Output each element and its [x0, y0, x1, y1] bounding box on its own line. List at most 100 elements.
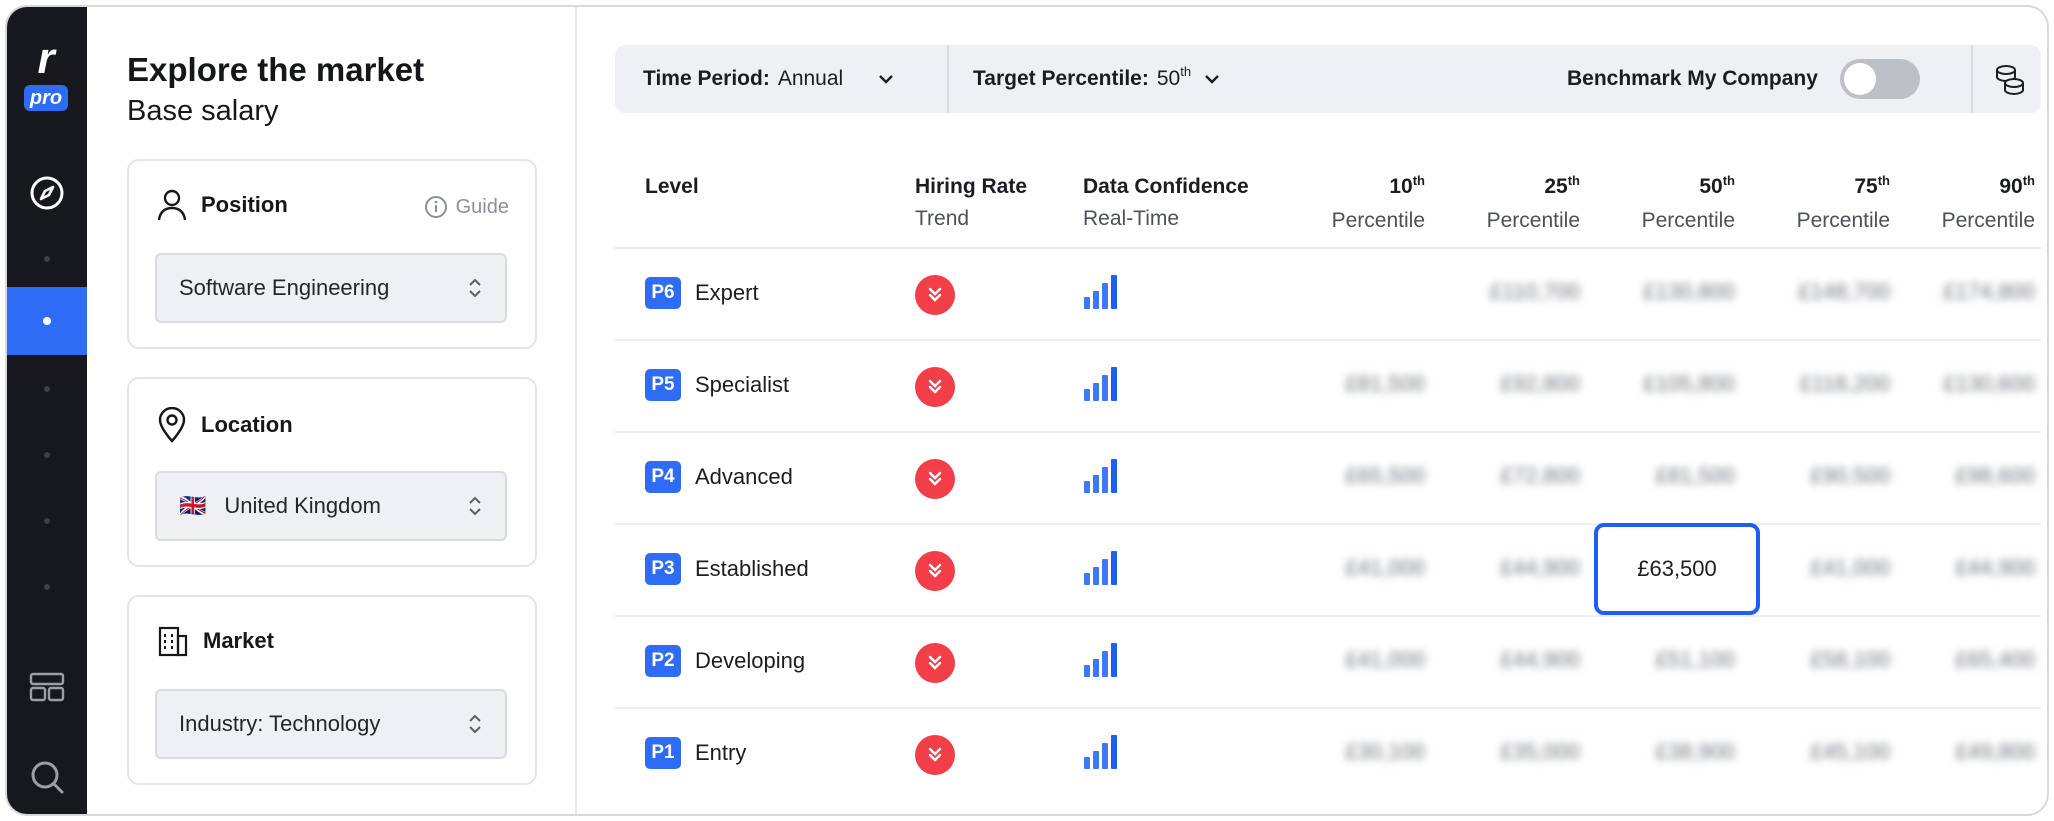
app-logo[interactable]: r pro	[17, 37, 75, 123]
trend-down-icon[interactable]	[915, 551, 955, 591]
trend-down-icon[interactable]	[915, 735, 955, 775]
location-label: Location	[201, 412, 293, 437]
salary-p90: £65,400	[1955, 647, 2035, 672]
trend-down-icon[interactable]	[915, 643, 955, 683]
trend-down-icon[interactable]	[915, 367, 955, 407]
level-code: P2	[645, 645, 681, 677]
salary-p90: £130,600	[1943, 371, 2035, 396]
chevron-updown-icon	[469, 278, 481, 298]
header-level: Level	[645, 175, 699, 198]
level-name: Established	[695, 556, 809, 581]
search-icon[interactable]	[7, 755, 87, 799]
signal-bars-icon	[1084, 643, 1117, 677]
salary-p50: £38,900	[1655, 739, 1735, 764]
trend-down-icon[interactable]	[915, 275, 955, 315]
info-icon	[424, 196, 447, 218]
chevron-updown-icon	[469, 496, 481, 516]
signal-bars-icon	[1084, 367, 1117, 401]
coins-icon[interactable]	[1993, 45, 2027, 113]
header-p75: 75th Percentile	[1796, 173, 1890, 232]
table-row[interactable]: P1 Entry £30,100 £35,000 £38,900 £45,100 …	[615, 709, 2041, 801]
filter-panel: Explore the market Base salary Position …	[87, 7, 577, 814]
position-card: Position Guide Software Engineering	[127, 159, 537, 349]
guide-link[interactable]: Guide	[424, 195, 509, 219]
level-name: Expert	[695, 280, 759, 305]
header-p10: 10th Percentile	[1331, 173, 1425, 232]
salary-p75: £90,500	[1810, 463, 1890, 488]
benchmark-toggle-group: Benchmark My Company	[1567, 45, 1920, 113]
market-value: Industry: Technology	[179, 711, 381, 736]
target-percentile-dropdown[interactable]: Target Percentile: 50th	[973, 45, 1221, 113]
salary-p10: £41,000	[1345, 647, 1425, 672]
nav-item-active[interactable]	[7, 287, 87, 355]
table-row[interactable]: P5 Specialist £81,500 £92,800 £105,800 £1…	[615, 341, 2041, 433]
salary-p75: £58,100	[1810, 647, 1890, 672]
map-pin-icon	[158, 407, 186, 443]
salary-p25: £35,000	[1500, 739, 1580, 764]
target-percentile-label: Target Percentile:	[973, 67, 1149, 90]
nav-dot[interactable]	[7, 513, 87, 529]
nav-dot[interactable]	[7, 579, 87, 595]
level-code: P1	[645, 737, 681, 769]
salary-p25: £44,900	[1500, 647, 1580, 672]
salary-p25: £72,800	[1500, 463, 1580, 488]
table-row[interactable]: P4 Advanced £65,500 £72,800 £81,500 £90,5…	[615, 433, 2041, 525]
location-card: Location 🇬🇧 United Kingdom	[127, 377, 537, 567]
compass-icon[interactable]	[7, 171, 87, 215]
salary-p75: £148,700	[1798, 279, 1890, 304]
header-p50: 50th Percentile	[1641, 173, 1735, 232]
salary-p25: £110,700	[1489, 279, 1580, 304]
market-select[interactable]: Industry: Technology	[155, 689, 507, 759]
salary-p25: £92,800	[1500, 371, 1580, 396]
app-window: r pro Explore the market Base salary Pos…	[5, 5, 2049, 816]
salary-p10: £81,500	[1345, 371, 1425, 396]
guide-label: Guide	[455, 195, 509, 218]
table-row[interactable]: P2 Developing £41,000 £44,900 £51,100 £58…	[615, 617, 2041, 709]
time-period-value: Annual	[777, 67, 844, 90]
signal-bars-icon	[1084, 735, 1117, 769]
salary-p50: £105,800	[1643, 371, 1735, 396]
table-row[interactable]: P3 Established £41,000 £44,900 £41,000 £4…	[615, 525, 2041, 617]
salary-p10: £65,500	[1345, 463, 1425, 488]
nav-rail: r pro	[7, 7, 87, 814]
logo-letter: r	[37, 34, 55, 83]
header-p90: 90th Percentile	[1941, 173, 2035, 232]
header-p25: 25th Percentile	[1486, 173, 1580, 232]
level-code: P3	[645, 553, 681, 585]
signal-bars-icon	[1084, 551, 1117, 585]
level-code: P4	[645, 461, 681, 493]
chevron-updown-icon	[469, 714, 481, 734]
salary-p50: £51,100	[1655, 647, 1735, 672]
page-subtitle: Base salary	[127, 95, 279, 127]
salary-p10: £30,100	[1345, 739, 1425, 764]
nav-dot[interactable]	[7, 447, 87, 463]
position-select[interactable]: Software Engineering	[155, 253, 507, 323]
salary-p90: £98,600	[1955, 463, 2035, 488]
salary-p90: £49,800	[1955, 739, 2035, 764]
layout-icon[interactable]	[7, 667, 87, 707]
trend-down-icon[interactable]	[915, 459, 955, 499]
toolbar: Time Period: Annual Target Percentile: 5…	[615, 45, 2041, 113]
benchmark-label: Benchmark My Company	[1567, 67, 1818, 90]
table-row[interactable]: P6 Expert £110,700 £130,800 £148,700 £174…	[615, 249, 2041, 341]
signal-bars-icon	[1084, 275, 1117, 309]
header-hiring-rate: Hiring Rate Trend	[915, 175, 1028, 230]
level-code: P5	[645, 369, 681, 401]
level-name: Advanced	[695, 464, 793, 489]
signal-bars-icon	[1084, 459, 1117, 493]
nav-dot[interactable]	[7, 381, 87, 397]
location-select[interactable]: 🇬🇧 United Kingdom	[155, 471, 507, 541]
salary-p75: £45,100	[1810, 739, 1890, 764]
level-name: Developing	[695, 648, 806, 673]
time-period-label: Time Period:	[643, 67, 770, 90]
target-percentile-value: 50	[1156, 67, 1181, 90]
nav-dot[interactable]	[7, 251, 87, 267]
market-label: Market	[203, 628, 274, 653]
salary-p10: £41,000	[1345, 555, 1425, 580]
header-data-confidence: Data Confidence Real-Time	[1083, 175, 1249, 230]
benchmark-toggle[interactable]	[1839, 59, 1920, 99]
salary-p90: £174,800	[1943, 279, 2035, 304]
time-period-dropdown[interactable]: Time Period: Annual	[643, 45, 895, 113]
salary-p50: £81,500	[1655, 463, 1735, 488]
highlighted-salary-cell[interactable]: £63,500	[1594, 523, 1760, 615]
